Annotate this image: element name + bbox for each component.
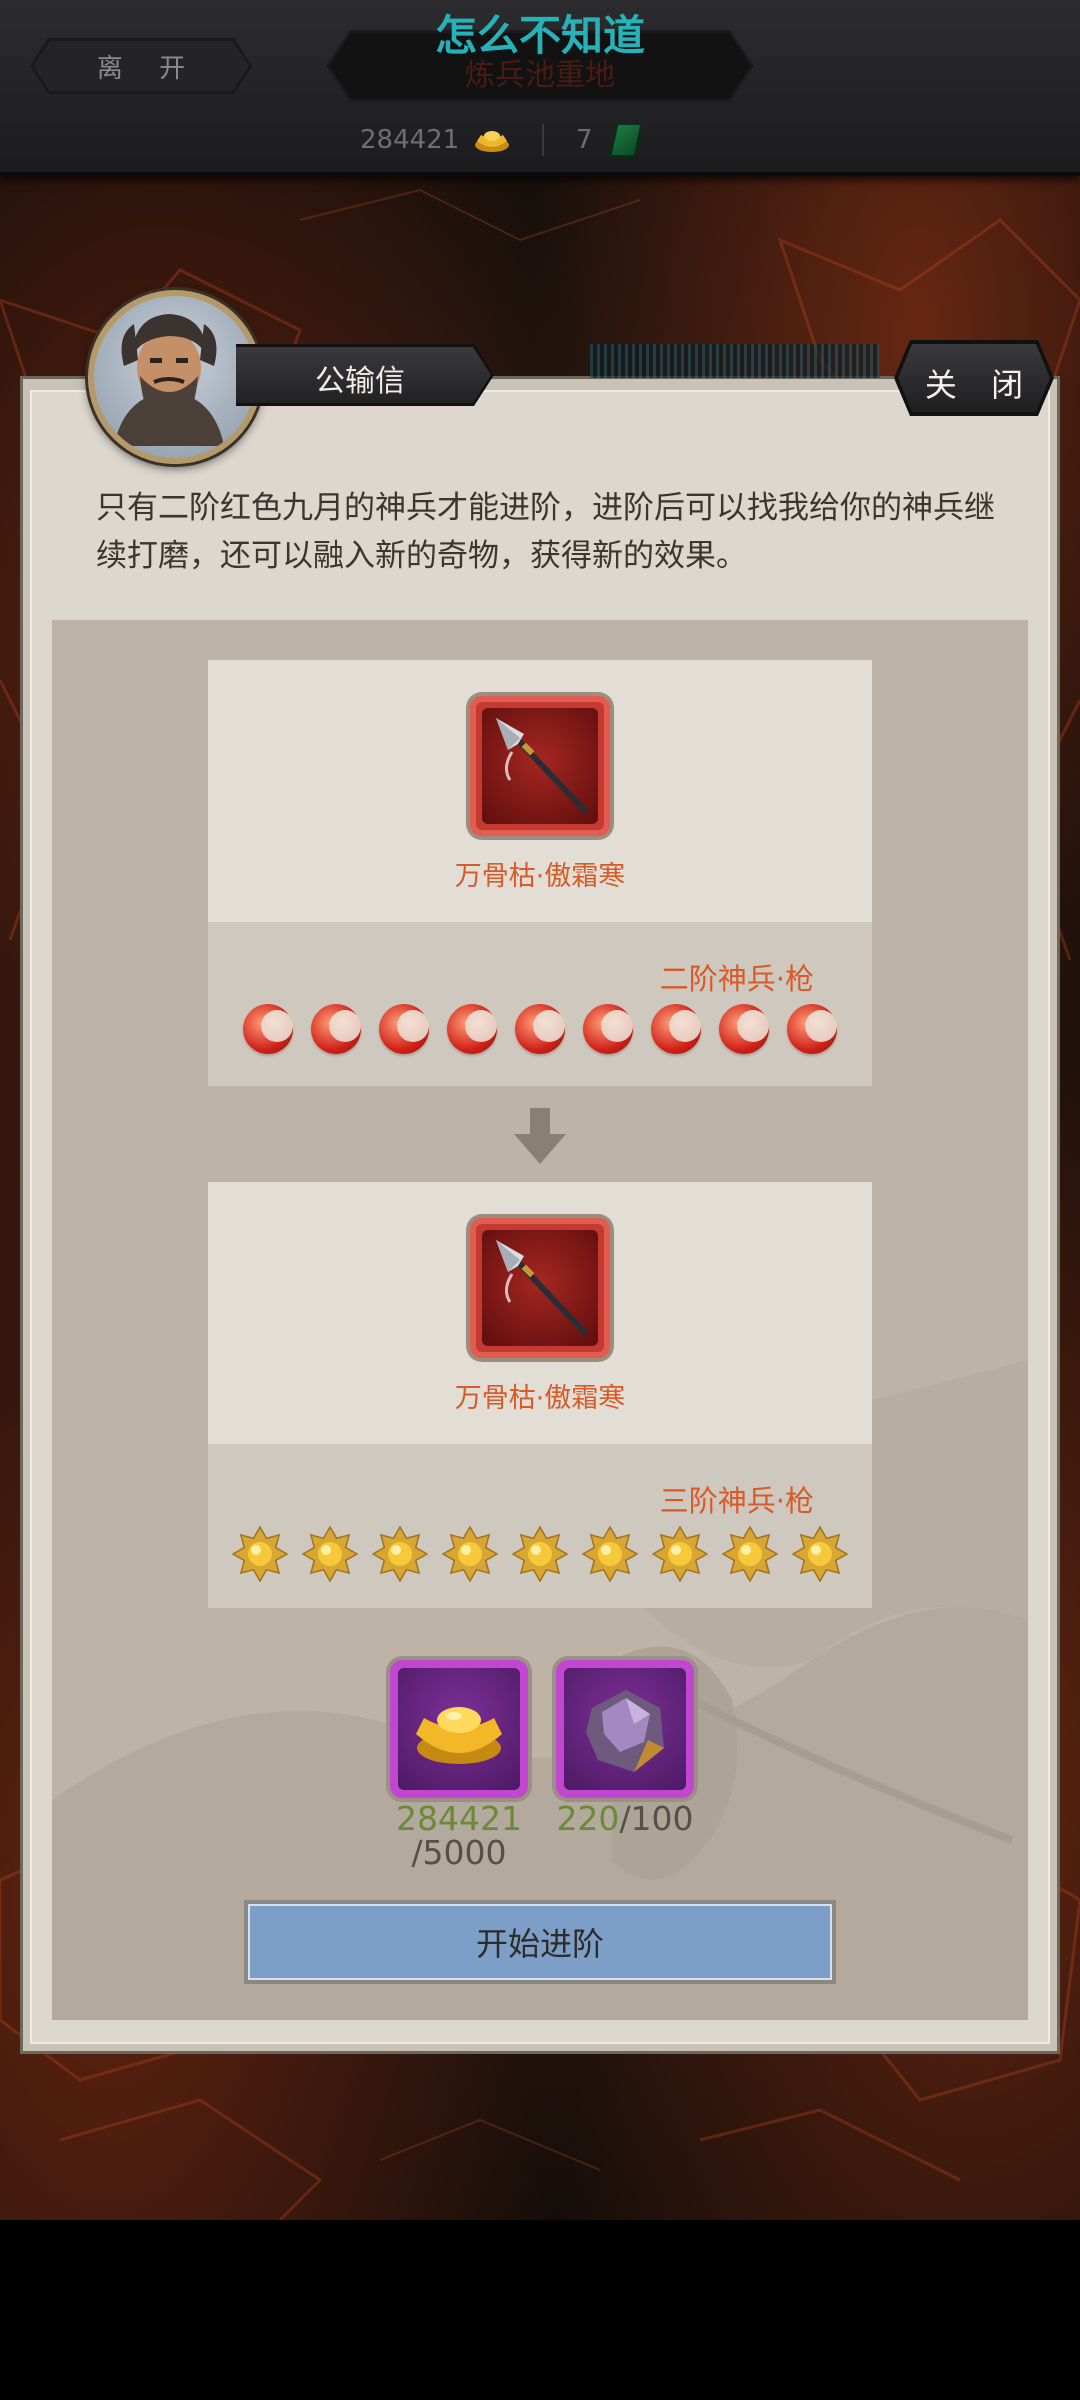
gold-requirement: 284421 /5000 <box>390 1802 528 1870</box>
upgraded-weapon-display: 万骨枯·傲霜寒 <box>208 1182 872 1444</box>
red-moon-marks <box>208 1004 872 1060</box>
upgraded-rank-label: 三阶神兵·枪 <box>659 1484 814 1518</box>
gold-sun-icon <box>512 1526 568 1582</box>
red-moon-icon <box>787 1004 837 1054</box>
red-moon-icon <box>379 1004 429 1054</box>
jade-token-icon <box>608 123 643 157</box>
spear-icon <box>496 1240 589 1337</box>
arrow-down-icon <box>514 1108 566 1164</box>
gold-sun-icon <box>372 1526 428 1582</box>
ore-requirement: 220/100 <box>540 1802 710 1836</box>
gold-sun-marks <box>208 1526 872 1582</box>
current-weapon-card: 万骨枯·傲霜寒 二阶神兵·枪 <box>208 660 872 1086</box>
current-rank-label: 二阶神兵·枪 <box>659 962 814 996</box>
ore-owned: 220 <box>556 1799 620 1838</box>
npc-portrait-icon <box>114 314 224 446</box>
npc-dialogue: 只有二阶红色九月的神兵才能进阶，进阶后可以找我给你的神兵继续打磨，还可以融入新的… <box>96 490 995 574</box>
npc-name: 公输信 <box>315 364 405 399</box>
gold-ingot-icon <box>475 131 510 152</box>
gold-sun-icon <box>232 1526 288 1582</box>
gold-ingot-icon <box>416 1707 502 1764</box>
purple-ore-icon <box>586 1690 664 1772</box>
gold-sun-icon <box>582 1526 638 1582</box>
gold-needed: /5000 <box>411 1833 507 1872</box>
red-moon-icon <box>719 1004 769 1054</box>
ore-material-slot[interactable] <box>556 1660 694 1798</box>
spear-icon <box>496 718 589 815</box>
current-weapon-name: 万骨枯·傲霜寒 <box>454 861 626 892</box>
gold-sun-icon <box>442 1526 498 1582</box>
start-upgrade-button[interactable]: 开始进阶 <box>244 1900 836 1984</box>
gold-sun-icon <box>652 1526 708 1582</box>
gold-material-slot[interactable] <box>390 1660 528 1798</box>
red-moon-icon <box>583 1004 633 1054</box>
currency-divider <box>542 124 544 156</box>
jade-amount: 7 <box>576 125 593 155</box>
gold-amount: 284421 <box>360 125 460 155</box>
jade-currency: 7 <box>576 120 643 160</box>
current-weapon-slot[interactable] <box>470 696 610 836</box>
upgraded-weapon-rank-area: 三阶神兵·枪 <box>208 1444 872 1608</box>
upgraded-weapon-name: 万骨枯·傲霜寒 <box>454 1383 626 1414</box>
decorative-grille <box>590 344 880 378</box>
red-moon-icon <box>243 1004 293 1054</box>
overlay-title: 怎么不知道 <box>434 11 645 60</box>
current-weapon-display: 万骨枯·傲霜寒 <box>208 660 872 922</box>
close-button[interactable]: 关 闭 <box>894 340 1054 416</box>
gold-owned: 284421 <box>396 1799 522 1838</box>
npc-name-plate: 公输信 <box>236 344 494 406</box>
red-moon-icon <box>515 1004 565 1054</box>
gold-sun-icon <box>722 1526 778 1582</box>
gold-sun-icon <box>792 1526 848 1582</box>
upgraded-weapon-card: 万骨枯·傲霜寒 三阶神兵·枪 <box>208 1182 872 1608</box>
close-button-label: 关 闭 <box>924 366 1036 404</box>
current-weapon-rank-area: 二阶神兵·枪 <box>208 922 872 1086</box>
red-moon-icon <box>447 1004 497 1054</box>
red-moon-icon <box>651 1004 701 1054</box>
ore-needed: /100 <box>619 1799 694 1838</box>
red-moon-icon <box>311 1004 361 1054</box>
gold-sun-icon <box>302 1526 358 1582</box>
upgraded-weapon-slot[interactable] <box>470 1218 610 1358</box>
npc-avatar <box>88 290 262 464</box>
start-upgrade-label: 开始进阶 <box>248 1904 832 1980</box>
gold-currency: 284421 <box>360 120 511 160</box>
